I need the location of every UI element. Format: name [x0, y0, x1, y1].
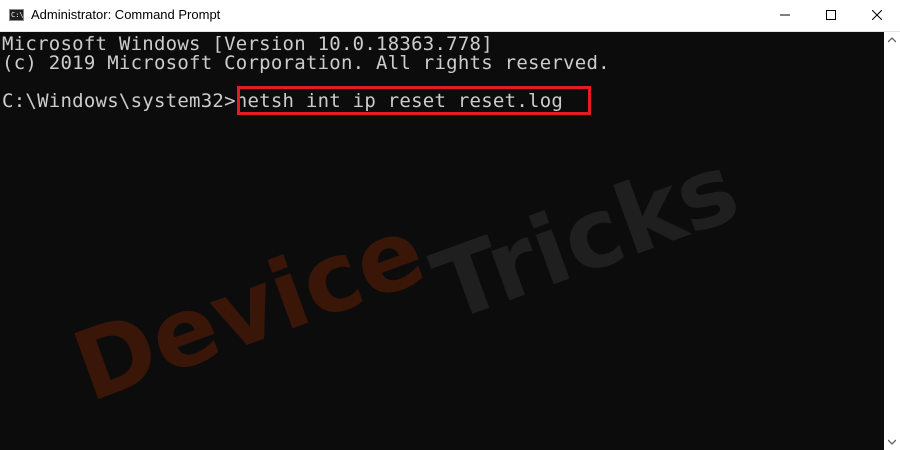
window-title: Administrator: Command Prompt [31, 7, 221, 22]
scroll-up-button[interactable] [884, 32, 900, 48]
chevron-down-icon [888, 439, 896, 445]
console-output[interactable]: Device Tricks Microsoft Windows [Version… [0, 32, 884, 450]
maximize-icon [826, 10, 836, 20]
close-button[interactable] [854, 0, 900, 31]
close-icon [872, 10, 882, 20]
console-line-copyright: (c) 2019 Microsoft Corporation. All righ… [2, 52, 610, 74]
scroll-thumb[interactable] [886, 220, 898, 280]
vertical-scrollbar[interactable] [884, 32, 900, 450]
scroll-down-button[interactable] [884, 434, 900, 450]
watermark-device: Device [70, 194, 438, 423]
minimize-icon [780, 14, 790, 16]
devicetricks-watermark: Device Tricks [70, 152, 753, 424]
maximize-button[interactable] [808, 0, 854, 31]
command-prompt-icon[interactable]: C:\ [9, 9, 24, 21]
minimize-button[interactable] [762, 0, 808, 31]
chevron-up-icon [888, 37, 896, 43]
watermark-tricks: Tricks [420, 152, 753, 344]
title-bar[interactable]: C:\ Administrator: Command Prompt [0, 0, 900, 32]
command-highlight-box [237, 86, 591, 115]
